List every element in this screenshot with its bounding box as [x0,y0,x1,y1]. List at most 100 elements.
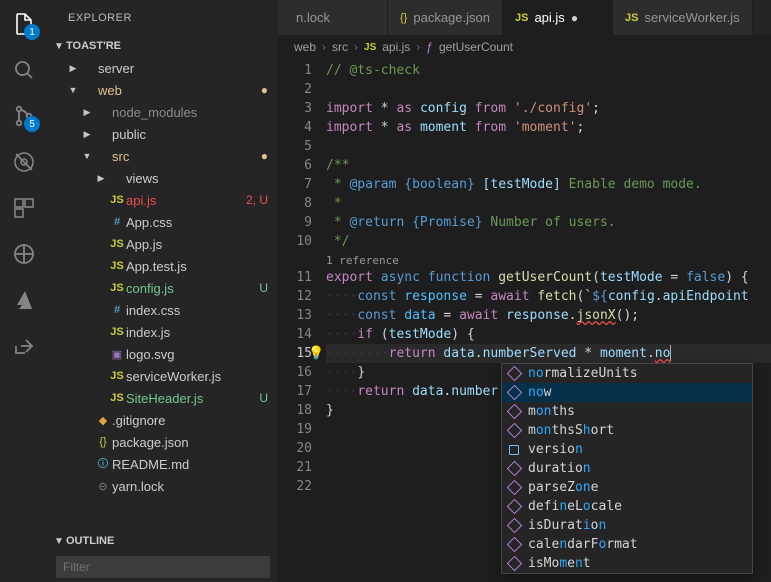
suggest-label: monthsShort [528,421,614,440]
tab-label: serviceWorker.js [644,10,739,25]
azure-icon[interactable] [10,286,38,314]
codelens[interactable]: 1 reference [326,251,771,268]
file-icon: ⊝ [94,480,112,493]
tree-row[interactable]: JSconfig.jsU [48,277,278,299]
suggest-item[interactable]: defineLocale [502,497,752,516]
line-number-gutter: 12345678910111213141516171819202122 [278,59,326,582]
section-header-project[interactable]: ▼ TOAST'RE [48,35,278,57]
tree-row[interactable]: {}package.json [48,431,278,453]
twist-icon: ▶ [80,129,94,140]
line-number: 21 [278,458,312,477]
explorer-icon[interactable]: 1 [10,10,38,38]
editor-tab[interactable]: JSapi.js● [503,0,613,35]
file-icon: ◆ [94,414,112,427]
code-line: // @ts-check [326,61,771,80]
code-content[interactable]: // @ts-checkimport * as config from './c… [326,59,771,582]
chevron-down-icon: ▼ [52,41,66,52]
line-number: 15 [278,344,312,363]
tree-row[interactable]: ◆.gitignore [48,409,278,431]
twist-icon: ▼ [66,85,80,95]
file-icon: JS [108,326,126,338]
tree-row[interactable]: ⊝yarn.lock [48,475,278,497]
editor-tab[interactable]: {}package.json [388,0,503,35]
file-tree: ▶server▼web●▶node_modules▶public▼src●▶vi… [48,57,278,530]
tree-row[interactable]: ▶node_modules [48,101,278,123]
live-share-icon[interactable] [10,332,38,360]
tree-label: config.js [126,281,259,296]
file-icon: JS [108,392,126,404]
suggest-label: months [528,402,575,421]
line-number: 13 [278,306,312,325]
twist-icon: ▶ [66,63,80,74]
breadcrumb[interactable]: web › src › JS api.js › ƒ getUserCount [278,35,771,59]
suggest-item[interactable]: version [502,440,752,459]
code-line: */ [326,232,771,251]
tree-row[interactable]: ▶views [48,167,278,189]
suggest-item[interactable]: isDuration [502,516,752,535]
line-number: 14 [278,325,312,344]
tree-row[interactable]: ▶public [48,123,278,145]
line-number: 17 [278,382,312,401]
file-icon: JS [108,238,126,250]
tree-label: index.css [126,303,268,318]
tree-label: yarn.lock [112,479,268,494]
tree-row[interactable]: JSapi.js2, U [48,189,278,211]
suggest-item[interactable]: months [502,402,752,421]
tree-label: views [126,171,268,186]
extensions-icon[interactable] [10,194,38,222]
tree-row[interactable]: JSserviceWorker.js [48,365,278,387]
editor-tab[interactable]: JSserviceWorker.js [613,0,753,35]
chevron-down-icon: ▼ [52,536,66,547]
tree-row[interactable]: ▼web● [48,79,278,101]
tree-label: logo.svg [126,347,268,362]
method-icon [506,385,522,401]
suggest-item[interactable]: calendarFormat [502,535,752,554]
chevron-right-icon: › [354,40,358,54]
tree-row[interactable]: JSSiteHeader.jsU [48,387,278,409]
line-number: 10 [278,232,312,251]
chevron-right-icon: › [416,40,420,54]
tree-row[interactable]: #index.css [48,299,278,321]
line-number: 16 [278,363,312,382]
tree-row[interactable]: JSindex.js [48,321,278,343]
editor-area: n.lock{}package.jsonJSapi.js●JSserviceWo… [278,0,771,582]
tree-row[interactable]: JSApp.test.js [48,255,278,277]
lightbulb-icon[interactable]: 💡 [308,344,324,363]
tree-row[interactable]: 🛈README.md [48,453,278,475]
method-icon [506,518,522,534]
search-icon[interactable] [10,56,38,84]
tree-row[interactable]: ▶server [48,57,278,79]
code-line: ········return data.numberServed * momen… [326,344,771,363]
breadcrumb-file: api.js [382,40,410,54]
suggest-item[interactable]: monthsShort [502,421,752,440]
debug-icon[interactable] [10,148,38,176]
tree-label: index.js [126,325,268,340]
suggest-item[interactable]: isMoment [502,554,752,573]
line-number: 8 [278,194,312,213]
autocomplete-popup: normalizeUnitsnowmonthsmonthsShortversio… [501,363,753,574]
outline-label: OUTLINE [66,535,114,547]
breadcrumb-part: src [332,40,348,54]
method-icon [506,366,522,382]
method-icon [506,404,522,420]
section-header-outline[interactable]: ▼ OUTLINE [48,530,278,552]
suggest-item[interactable]: parseZone [502,478,752,497]
suggest-item[interactable]: now [502,383,752,402]
source-control-icon[interactable]: 5 [10,102,38,130]
editor-body[interactable]: 12345678910111213141516171819202122 // @… [278,59,771,582]
line-number: 4 [278,118,312,137]
code-line: /** [326,156,771,175]
git-decoration: 2, U [246,193,268,207]
suggest-item[interactable]: normalizeUnits [502,364,752,383]
remote-icon[interactable] [10,240,38,268]
suggest-item[interactable]: duration [502,459,752,478]
editor-tab[interactable]: n.lock [278,0,388,35]
tree-row[interactable]: JSApp.js [48,233,278,255]
tree-row[interactable]: #App.css [48,211,278,233]
activity-bar: 1 5 [0,0,48,582]
tree-row[interactable]: ▣logo.svg [48,343,278,365]
file-icon: # [108,304,126,316]
tree-row[interactable]: ▼src● [48,145,278,167]
outline-filter-input[interactable] [56,556,270,578]
tree-label: node_modules [112,105,268,120]
